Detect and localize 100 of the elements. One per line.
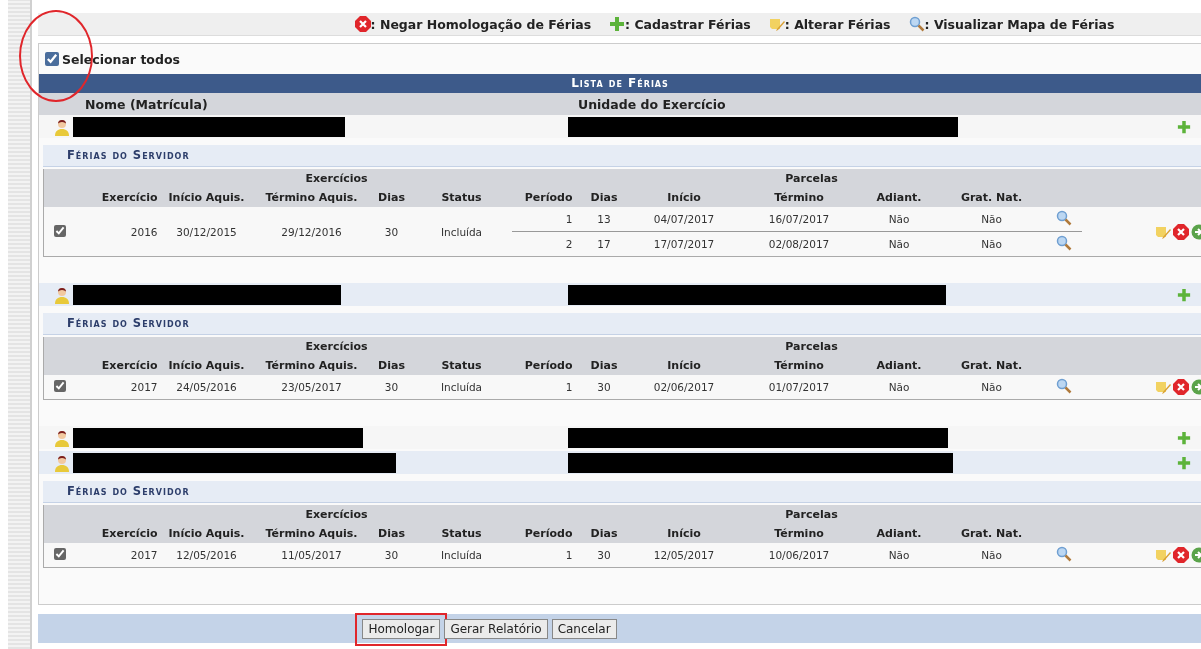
action-button[interactable]: Gerar Relatório <box>444 618 548 639</box>
table-cell: Não <box>981 238 1002 250</box>
row-checkbox[interactable] <box>54 548 67 560</box>
column-header: Exercício <box>101 191 158 204</box>
table-cell: 12/05/2017 <box>653 549 715 561</box>
plus-icon[interactable] <box>1177 119 1191 134</box>
plus-icon <box>609 16 626 32</box>
list-title: Lista de Férias <box>39 74 1201 93</box>
column-header: Término Aquis. <box>265 527 358 540</box>
group-header: Exercícios <box>305 172 368 185</box>
table-cell: 2016 <box>130 225 158 238</box>
column-header: Grat. Nat. <box>960 191 1023 204</box>
table-cell: 30/12/2015 <box>176 225 237 238</box>
column-header: Dias <box>590 527 618 540</box>
note-pencil-icon <box>768 16 785 32</box>
person-icon <box>54 453 70 472</box>
close-icon[interactable] <box>1172 547 1189 563</box>
magnifier-icon[interactable] <box>1056 546 1073 562</box>
column-header: Dias <box>378 527 405 540</box>
table-cell: 30 <box>597 381 611 393</box>
table-cell: 17/07/2017 <box>653 238 715 250</box>
table-cell: Não <box>981 549 1002 561</box>
column-header: Término Aquis. <box>265 191 358 204</box>
column-header: Nome (Matrícula) <box>85 96 209 112</box>
close-icon[interactable] <box>1172 223 1189 240</box>
column-header: Adiant. <box>876 359 922 372</box>
close-icon[interactable] <box>1172 379 1189 395</box>
column-header: Status <box>441 359 482 372</box>
column-header: Grat. Nat. <box>960 527 1023 540</box>
column-header: Status <box>441 527 482 540</box>
table-cell: 23/05/2017 <box>281 381 342 393</box>
table-cell: 2 <box>565 238 573 250</box>
column-header: Unidade do Exercício <box>578 96 726 112</box>
column-header: Período <box>524 359 573 372</box>
legend-label: : Negar Homologação de Férias <box>370 16 592 32</box>
note-pencil-icon[interactable] <box>1154 547 1171 563</box>
table-cell: 1 <box>565 213 573 225</box>
table-cell: Não <box>888 238 910 250</box>
column-header: Adiant. <box>876 527 922 540</box>
table-cell: Incluída <box>440 225 483 238</box>
table-cell: 02/08/2017 <box>768 238 830 250</box>
column-header: Término <box>774 191 824 204</box>
legend-label: : Alterar Férias <box>784 16 891 32</box>
plus-icon[interactable] <box>1177 287 1191 302</box>
person-icon <box>54 285 70 304</box>
row-checkbox[interactable] <box>54 224 67 237</box>
person-icon <box>54 117 70 136</box>
column-header: Início <box>667 359 701 372</box>
group-header: Exercícios <box>305 340 368 353</box>
table-cell: 24/05/2016 <box>176 381 237 393</box>
table-cell: 1 <box>565 381 573 393</box>
plus-icon[interactable] <box>1177 455 1191 470</box>
table-cell: 30 <box>384 225 399 238</box>
table-cell: 01/07/2017 <box>768 381 830 393</box>
section-title: Férias do Servidor <box>43 145 1201 167</box>
table-cell: Não <box>888 549 910 561</box>
column-header: Adiant. <box>876 191 922 204</box>
action-button[interactable]: Cancelar <box>551 618 617 639</box>
select-all-checkbox[interactable] <box>45 52 59 66</box>
magnifier-icon[interactable] <box>1056 378 1073 394</box>
table-cell: 10/06/2017 <box>768 549 830 561</box>
column-header: Exercício <box>101 359 158 372</box>
table-cell: 30 <box>384 381 399 393</box>
legend-label: : Visualizar Mapa de Férias <box>924 16 1115 32</box>
row-checkbox[interactable] <box>54 380 67 392</box>
magnifier-icon[interactable] <box>1056 210 1073 226</box>
column-header: Grat. Nat. <box>960 359 1023 372</box>
magnifier-icon[interactable] <box>1056 235 1073 251</box>
table-cell: Incluída <box>440 381 483 393</box>
table-cell: 13 <box>597 213 611 225</box>
legend-label: : Cadastrar Férias <box>625 16 751 32</box>
table-cell: 17 <box>597 238 611 250</box>
table-cell: 02/06/2017 <box>653 381 715 393</box>
group-header: Parcelas <box>785 340 838 353</box>
column-header: Dias <box>378 191 405 204</box>
action-button[interactable]: Homologar <box>362 618 441 639</box>
column-header: Dias <box>590 191 618 204</box>
section-title: Férias do Servidor <box>43 313 1201 335</box>
plus-icon[interactable] <box>1177 430 1191 445</box>
column-header: Dias <box>590 359 618 372</box>
column-header: Período <box>524 191 573 204</box>
magnifier-icon <box>908 16 925 32</box>
group-header: Parcelas <box>785 172 838 185</box>
column-header: Início Aquis. <box>168 527 245 540</box>
section-title: Férias do Servidor <box>43 481 1201 503</box>
table-cell: 30 <box>384 549 399 561</box>
table-cell: Incluída <box>440 549 483 561</box>
table-cell: Não <box>888 381 910 393</box>
table-cell: Não <box>981 213 1002 225</box>
note-pencil-icon[interactable] <box>1154 379 1171 395</box>
column-header: Término <box>774 527 824 540</box>
column-header: Dias <box>378 359 405 372</box>
table-cell: Não <box>888 213 910 225</box>
table-cell: 11/05/2017 <box>281 549 342 561</box>
table-cell: 1 <box>565 549 573 561</box>
close-icon <box>354 16 371 32</box>
table-cell: 12/05/2016 <box>176 549 237 561</box>
person-icon <box>54 428 70 447</box>
table-cell: 16/07/2017 <box>768 213 830 225</box>
column-header: Exercício <box>101 527 158 540</box>
